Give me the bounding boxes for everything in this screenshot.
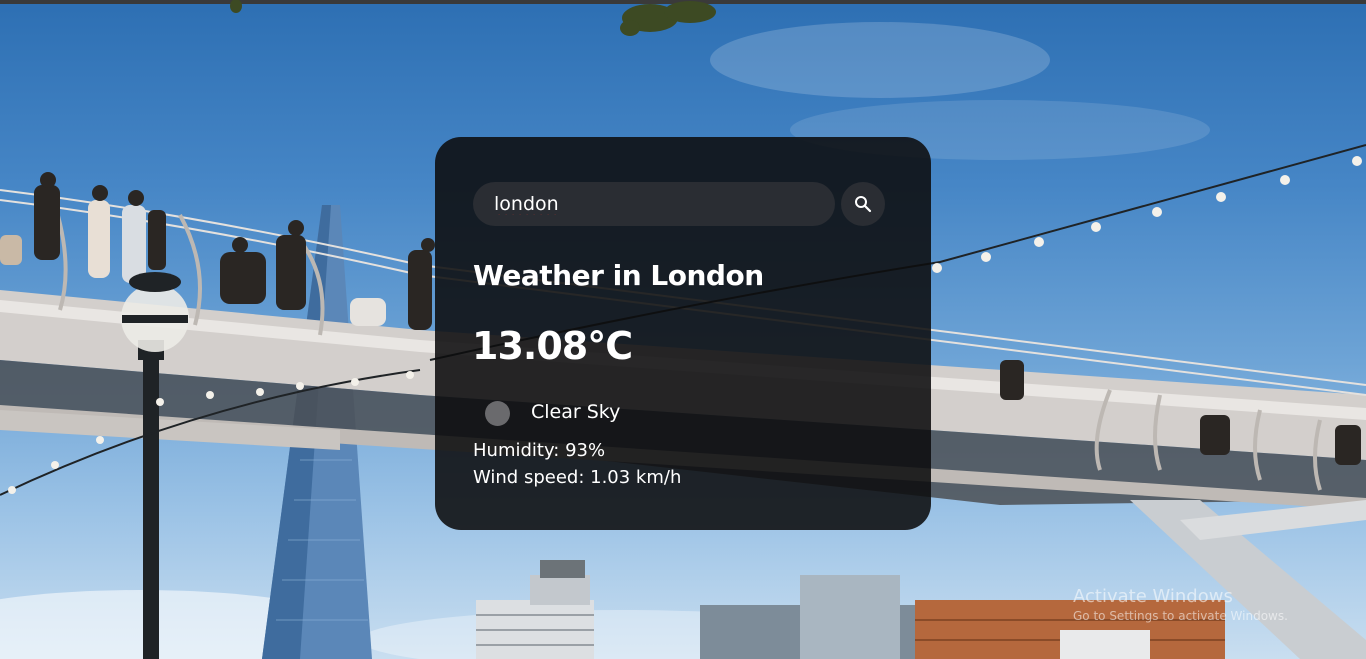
search-button[interactable] xyxy=(841,182,885,226)
weather-card: Weather in London 13.08°C Clear Sky Humi… xyxy=(435,137,931,530)
wind-speed-text: Wind speed: 1.03 km/h xyxy=(473,467,682,488)
humidity-text: Humidity: 93% xyxy=(473,440,606,461)
search-input[interactable] xyxy=(473,182,835,226)
search-icon xyxy=(854,195,872,213)
weather-condition: Clear Sky xyxy=(531,401,621,423)
city-title: Weather in London xyxy=(473,259,764,292)
watermark-title: Activate Windows xyxy=(1073,586,1233,607)
temperature-value: 13.08°C xyxy=(472,324,633,368)
watermark-subtitle: Go to Settings to activate Windows. xyxy=(1073,609,1288,623)
weather-condition-icon xyxy=(485,401,510,426)
activate-windows-watermark: Activate Windows Go to Settings to activ… xyxy=(1073,586,1288,623)
